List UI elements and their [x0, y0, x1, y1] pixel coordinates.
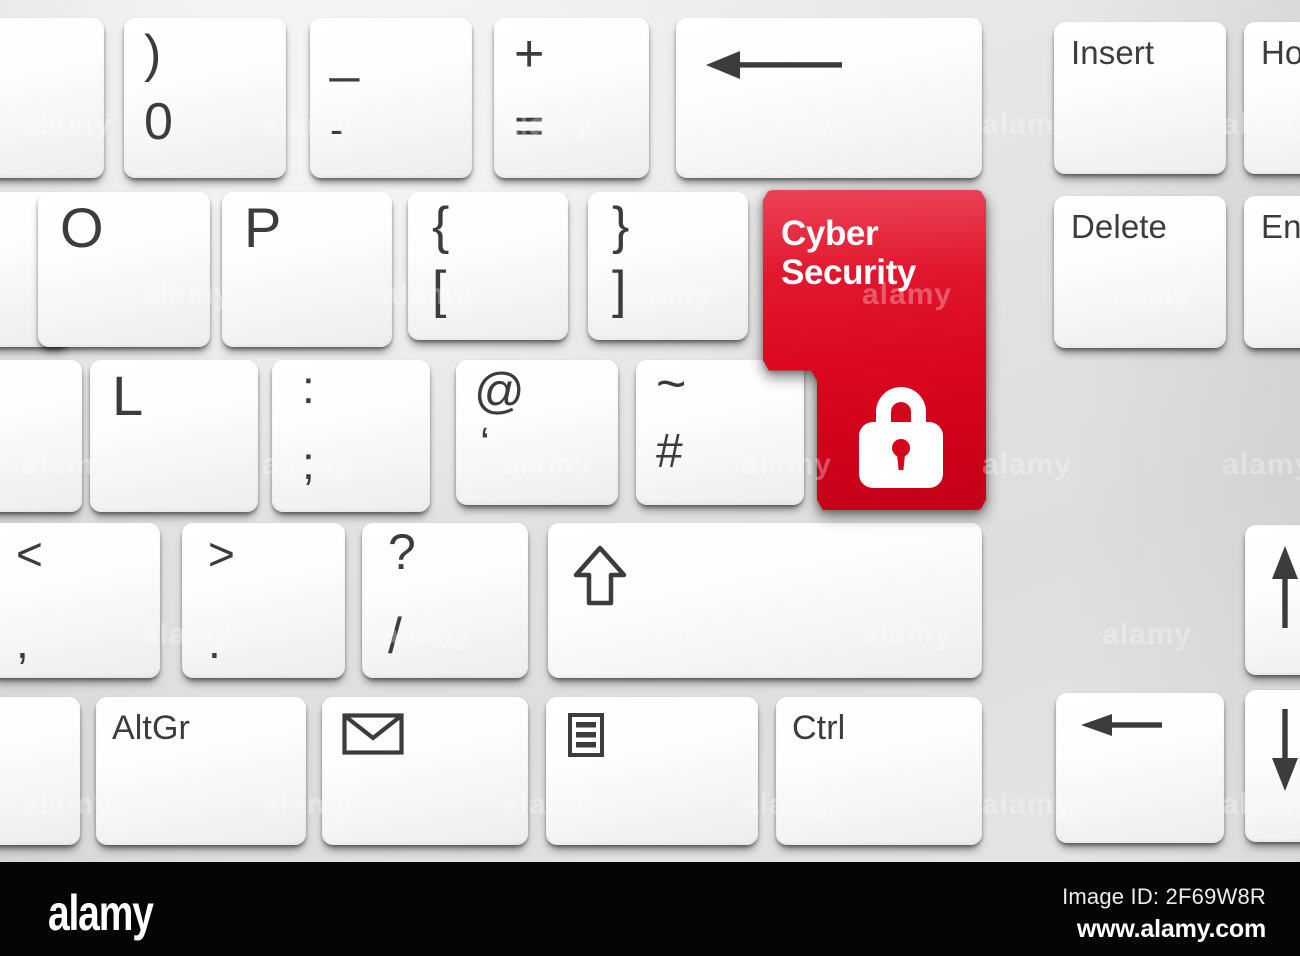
- key-minus-top-label: _: [330, 25, 359, 83]
- key-slash-bottom-label: /: [388, 608, 402, 664]
- watermark-text: alamy: [1222, 448, 1300, 481]
- key-l[interactable]: L: [90, 360, 258, 512]
- alamy-url: www.alamy.com: [1076, 915, 1266, 943]
- image-id-label: Image ID: 2F69W8R: [1062, 884, 1266, 909]
- key-minus[interactable]: _ -: [310, 18, 472, 178]
- key-home-label: Home: [1261, 34, 1300, 71]
- key-arrow-left[interactable]: [1056, 693, 1224, 843]
- key-bracket-left-bottom-label: [: [432, 261, 447, 319]
- alamy-logo: alamy: [48, 885, 154, 941]
- key-0[interactable]: ) 0: [124, 18, 286, 178]
- arrow-down-icon: [1272, 709, 1298, 791]
- key-shift-right[interactable]: [548, 523, 982, 678]
- key-period[interactable]: > .: [182, 523, 345, 678]
- arrow-left-icon: [706, 51, 842, 79]
- key-9-partial[interactable]: [0, 18, 104, 178]
- padlock-icon: [859, 387, 943, 488]
- key-equals-top-label: +: [514, 25, 545, 83]
- key-altgr[interactable]: AltGr: [96, 697, 306, 845]
- key-delete[interactable]: Delete: [1054, 196, 1226, 348]
- key-comma-top-label: <: [16, 528, 43, 580]
- key-equals-bottom-label: =: [514, 97, 545, 155]
- watermark-text: alamy: [982, 448, 1073, 481]
- key-semicolon-bottom-label: ;: [302, 437, 315, 489]
- key-arrow-down[interactable]: [1245, 690, 1300, 842]
- key-o-label: O: [60, 196, 104, 259]
- key-bracket-right-top-label: }: [612, 197, 630, 255]
- envelope-icon: [342, 713, 404, 755]
- key-semicolon[interactable]: : ;: [272, 360, 430, 512]
- key-comma[interactable]: < ,: [0, 523, 160, 678]
- keyboard-photo: ) 0 _ - + = O P { [}] L: ; @ ‘ ~ # < …: [0, 0, 1300, 956]
- key-mail[interactable]: [322, 697, 528, 845]
- key-home[interactable]: Home: [1244, 22, 1300, 174]
- key-apostrophe-bottom-label: ‘: [480, 419, 490, 468]
- keyboard-plate: ) 0 _ - + = O P { [}] L: ; @ ‘ ~ # < …: [0, 0, 1300, 862]
- key-menu[interactable]: [546, 697, 758, 845]
- key-hash-top-label: ~: [656, 355, 687, 413]
- key-period-bottom-label: .: [208, 616, 221, 668]
- key-backspace[interactable]: [676, 18, 982, 178]
- key-semicolon-top-label: :: [302, 361, 315, 413]
- enter-key-line1: Cyber: [781, 214, 879, 253]
- key-o[interactable]: O: [38, 192, 210, 347]
- enter-key-cyber-security[interactable]: Cyber Security: [763, 190, 986, 510]
- key-0-bottom-label: 0: [144, 93, 173, 151]
- key-apostrophe-top-label: @: [474, 363, 525, 419]
- menu-icon: [568, 713, 604, 757]
- watermark-text: alamy: [1102, 618, 1193, 651]
- key-insert-label: Insert: [1071, 34, 1155, 71]
- key-k-partial[interactable]: [0, 360, 82, 512]
- arrow-left-icon: [1081, 714, 1162, 736]
- key-insert[interactable]: Insert: [1054, 22, 1226, 174]
- key-period-top-label: >: [208, 528, 235, 580]
- enter-key-text: Cyber Security: [781, 214, 971, 292]
- key-slash-top-label: ?: [388, 524, 416, 580]
- shift-arrow-icon: [573, 545, 627, 606]
- arrow-up-icon: [1272, 546, 1298, 628]
- key-minus-bottom-label: -: [330, 108, 344, 152]
- key-bracket-right-bottom-label: ]: [612, 261, 627, 319]
- key-slash[interactable]: ? /: [362, 523, 528, 678]
- key-bracket-left[interactable]: { [: [408, 192, 568, 340]
- key-l-label: L: [112, 364, 144, 427]
- key-hash-bottom-label: #: [656, 425, 683, 478]
- key-equals[interactable]: + =: [494, 18, 649, 178]
- key-apostrophe[interactable]: @ ‘: [456, 360, 618, 505]
- enter-key-line2: Security: [781, 253, 916, 293]
- key-ctrl-right[interactable]: Ctrl: [776, 697, 982, 845]
- key-end-label: End: [1261, 208, 1300, 245]
- key-ctrl-right-label: Ctrl: [792, 709, 846, 747]
- stock-photo-footer: alamy Image ID: 2F69W8R www.alamy.com: [0, 862, 1300, 956]
- key-p-label: P: [244, 196, 282, 259]
- key-altgr-label: AltGr: [112, 709, 190, 747]
- key-p[interactable]: P: [222, 192, 392, 347]
- key-end[interactable]: End: [1244, 196, 1300, 348]
- key-0-top-label: ): [144, 25, 162, 83]
- key-space-partial[interactable]: [0, 697, 80, 845]
- key-delete-label: Delete: [1071, 208, 1167, 245]
- key-bracket-left-top-label: {: [432, 197, 450, 255]
- key-bracket-right[interactable]: } ]: [588, 192, 748, 340]
- key-comma-bottom-label: ,: [16, 616, 29, 668]
- key-arrow-up[interactable]: [1245, 525, 1300, 675]
